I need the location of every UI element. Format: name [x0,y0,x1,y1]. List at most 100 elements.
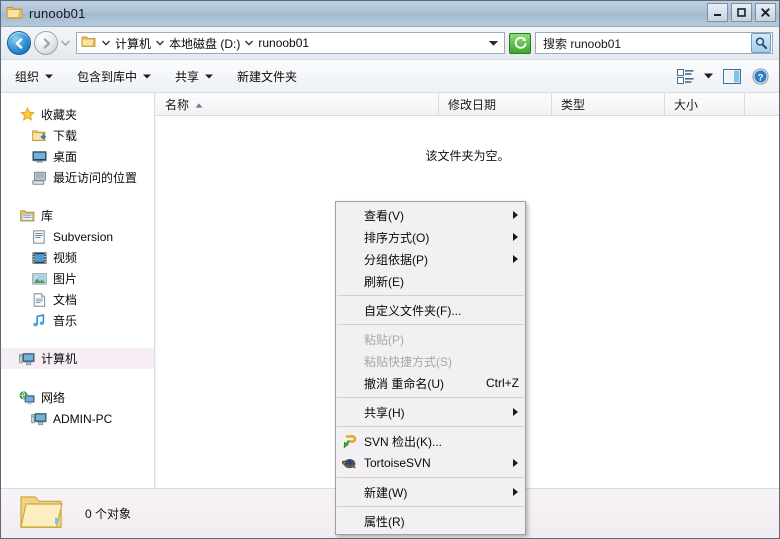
spacer [1,331,154,348]
sidebar-item-favorites-label: 收藏夹 [41,106,77,123]
refresh-icon[interactable] [509,33,531,54]
command-organize[interactable]: 组织 [5,63,63,90]
spacer [1,188,154,205]
back-arrow-icon[interactable] [7,31,31,55]
column-header-name[interactable]: 名称 [156,93,439,115]
sidebar-item-subversion-label: Subversion [53,230,113,244]
forward-arrow-icon[interactable] [34,31,58,55]
empty-folder-message: 该文件夹为空。 [156,147,779,164]
sidebar-item-downloads[interactable]: 下载 [1,125,154,146]
sidebar-item-libraries[interactable]: 库 [1,205,154,226]
breadcrumb-chevron-0[interactable] [99,40,113,46]
sidebar-item-videos[interactable]: 视频 [1,247,154,268]
menu-item-properties-label: 属性(R) [364,513,405,530]
sidebar-item-desktop-label: 桌面 [53,148,77,165]
command-share[interactable]: 共享 [165,63,223,90]
menu-item-view[interactable]: 查看(V) [336,204,525,226]
documents-icon [31,292,47,308]
menu-item-paste-shortcut-label: 粘贴快捷方式(S) [364,353,452,370]
sidebar-item-music[interactable]: 音乐 [1,310,154,331]
sidebar-item-network[interactable]: 网络 [1,387,154,408]
large-folder-icon [19,493,63,534]
sidebar-item-pictures[interactable]: 图片 [1,268,154,289]
menu-item-share-label: 共享(H) [364,404,405,421]
spacer [1,369,154,387]
breadcrumb-chevron-2[interactable] [242,40,256,46]
close-button[interactable] [755,3,776,22]
breadcrumb-chevron-1[interactable] [153,40,167,46]
command-include-in-library[interactable]: 包含到库中 [67,63,161,90]
menu-item-svn-checkout-label: SVN 检出(K)... [364,433,442,450]
history-dropdown-chevron-down-icon[interactable] [59,33,72,53]
maximize-button[interactable] [731,3,752,22]
menu-item-properties[interactable]: 属性(R) [336,510,525,532]
window-controls [707,3,776,22]
chevron-down-icon [205,74,213,79]
breadcrumb-item-0[interactable]: 计算机 [113,34,153,53]
menu-item-svn-checkout[interactable]: SVN 检出(K)... [336,430,525,452]
sidebar-item-computer[interactable]: 计算机 [1,348,154,369]
search-placeholder: 搜索 runoob01 [536,35,751,52]
menu-item-sort-by[interactable]: 排序方式(O) [336,226,525,248]
folder-icon [81,35,96,51]
address-chevron-down-icon[interactable] [485,40,504,46]
sidebar-item-desktop[interactable]: 桌面 [1,146,154,167]
sidebar-item-libraries-label: 库 [41,207,53,224]
submenu-arrow-icon [513,408,518,416]
column-header-filler[interactable] [745,93,779,115]
menu-separator [337,324,524,325]
minimize-button[interactable] [707,3,728,22]
menu-item-sort-by-label: 排序方式(O) [364,229,429,246]
sort-ascending-icon [195,97,203,111]
menu-item-undo-rename[interactable]: 撤消 重命名(U) Ctrl+Z [336,372,525,394]
command-new-folder[interactable]: 新建文件夹 [227,63,307,90]
sidebar-item-recent-places[interactable]: 最近访问的位置 [1,167,154,188]
sidebar-item-admin-pc[interactable]: ADMIN-PC [1,408,154,429]
computer-icon [31,411,47,427]
breadcrumb-item-2[interactable]: runoob01 [256,35,311,51]
library-icon [19,208,35,224]
menu-item-tortoisesvn-label: TortoiseSVN [364,456,431,470]
column-header-size[interactable]: 大小 [665,93,745,115]
search-input[interactable]: 搜索 runoob01 [535,32,773,54]
status-object-count: 0 个对象 [85,505,131,522]
menu-separator [337,477,524,478]
menu-item-group-by-label: 分组依据(P) [364,251,428,268]
menu-item-tortoisesvn[interactable]: TortoiseSVN [336,452,525,474]
column-headers: 名称 修改日期 类型 大小 [156,93,779,116]
pictures-icon [31,271,47,287]
breadcrumb-item-1[interactable]: 本地磁盘 (D:) [167,34,242,53]
menu-item-new[interactable]: 新建(W) [336,481,525,503]
music-icon [31,313,47,329]
desktop-icon [31,149,47,165]
column-header-date-modified[interactable]: 修改日期 [439,93,552,115]
sidebar-item-documents[interactable]: 文档 [1,289,154,310]
view-chevron-down-icon[interactable] [700,64,717,88]
sidebar-item-computer-label: 计算机 [41,350,77,367]
svn-checkout-icon [341,433,357,449]
menu-separator [337,426,524,427]
preview-pane-icon[interactable] [719,64,745,88]
menu-item-refresh[interactable]: 刷新(E) [336,270,525,292]
tortoisesvn-icon [341,455,357,471]
context-menu[interactable]: 查看(V) 排序方式(O) 分组依据(P) 刷新(E) 自定义文件夹(F)...… [335,201,526,535]
details-view-icon[interactable] [672,64,698,88]
column-header-size-label: 大小 [674,96,698,113]
address-bar: 计算机 本地磁盘 (D:) runoob01 搜索 runoob01 [1,27,779,60]
help-icon[interactable]: ? [747,64,773,88]
menu-item-paste: 粘贴(P) [336,328,525,350]
column-header-type[interactable]: 类型 [552,93,665,115]
sidebar-item-documents-label: 文档 [53,291,77,308]
sidebar-item-admin-pc-label: ADMIN-PC [53,412,112,426]
spacer [1,93,154,104]
menu-item-share[interactable]: 共享(H) [336,401,525,423]
search-icon[interactable] [751,33,771,53]
breadcrumb[interactable]: 计算机 本地磁盘 (D:) runoob01 [76,32,505,54]
menu-item-customize-folder[interactable]: 自定义文件夹(F)... [336,299,525,321]
svg-text:?: ? [757,72,763,83]
sidebar-item-favorites[interactable]: 收藏夹 [1,104,154,125]
title-bar: runoob01 [1,1,779,27]
navigation-pane[interactable]: 收藏夹 下载 桌面 [1,93,155,488]
sidebar-item-subversion[interactable]: Subversion [1,226,154,247]
menu-item-group-by[interactable]: 分组依据(P) [336,248,525,270]
